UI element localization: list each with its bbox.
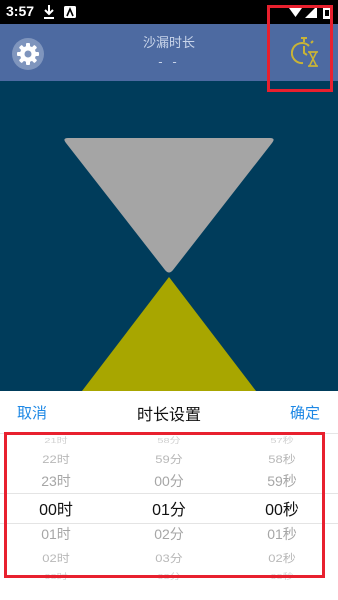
hour-option[interactable]: 23时 <box>0 471 112 491</box>
second-option-selected[interactable]: 00秒 <box>226 496 338 520</box>
hour-option[interactable]: 03时 <box>0 570 112 581</box>
second-option[interactable]: 57秒 <box>226 434 338 445</box>
hourglass-display <box>0 81 338 391</box>
status-time: 3:57 <box>6 3 35 19</box>
cancel-button[interactable]: 取消 <box>17 402 47 423</box>
second-option[interactable]: 59秒 <box>226 471 338 491</box>
duration-picker-sheet: 取消 时长设置 确定 21时 22时 23时 00时 01时 02时 03时 5… <box>0 391 338 600</box>
hour-option[interactable]: 01时 <box>0 524 112 544</box>
wifi-icon <box>289 4 302 24</box>
hour-wheel[interactable]: 21时 22时 23时 00时 01时 02时 03时 <box>0 434 112 600</box>
second-wheel[interactable]: 57秒 58秒 59秒 00秒 01秒 02秒 03秒 <box>226 434 338 600</box>
header-subtitle: - - <box>158 55 180 69</box>
minute-option-selected[interactable]: 01分 <box>113 496 225 520</box>
second-option[interactable]: 58秒 <box>226 450 338 466</box>
second-option[interactable]: 03秒 <box>226 570 338 581</box>
hourglass-top-sand <box>64 138 274 273</box>
app-notification-icon <box>63 4 77 24</box>
hour-option[interactable]: 02时 <box>0 549 112 565</box>
second-option[interactable]: 02秒 <box>226 549 338 565</box>
signal-icon <box>305 4 318 24</box>
sheet-toolbar: 取消 时长设置 确定 <box>0 391 338 434</box>
second-option[interactable]: 01秒 <box>226 524 338 544</box>
stopwatch-hourglass-icon <box>290 37 318 67</box>
hour-option[interactable]: 21时 <box>0 434 112 445</box>
hourglass-bottom-sand <box>82 277 256 391</box>
minute-option[interactable]: 03分 <box>113 570 225 581</box>
header-title: 沙漏时长 <box>142 36 195 51</box>
hour-option[interactable]: 22时 <box>0 450 112 466</box>
minute-wheel[interactable]: 58分 59分 00分 01分 02分 03分 03分 <box>113 434 225 600</box>
download-icon <box>42 4 56 24</box>
minute-option[interactable]: 00分 <box>113 471 225 491</box>
battery-icon <box>322 4 332 24</box>
confirm-button[interactable]: 确定 <box>290 402 320 423</box>
duration-picker: 21时 22时 23时 00时 01时 02时 03时 58分 59分 00分 … <box>0 434 338 600</box>
minute-option[interactable]: 03分 <box>113 549 225 565</box>
minute-option[interactable]: 02分 <box>113 524 225 544</box>
minute-option[interactable]: 58分 <box>113 434 225 445</box>
timer-duration-button[interactable] <box>290 36 321 68</box>
minute-option[interactable]: 59分 <box>113 450 225 466</box>
app-header: 沙漏时长 - - <box>0 24 338 81</box>
hour-option-selected[interactable]: 00时 <box>0 496 112 520</box>
status-bar: 3:57 <box>0 0 338 24</box>
sheet-title: 时长设置 <box>136 405 201 424</box>
